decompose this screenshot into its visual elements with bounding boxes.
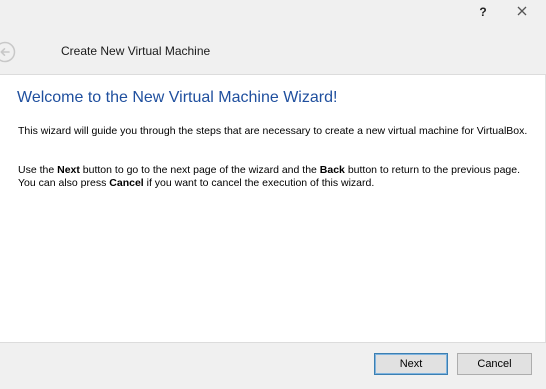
wizard-footer: Next Cancel [0, 342, 546, 389]
header-title: Create New Virtual Machine [61, 44, 211, 58]
close-button[interactable] [500, 1, 544, 21]
instructions-bold-next: Next [57, 164, 80, 176]
wizard-content: Welcome to the New Virtual Machine Wizar… [0, 75, 545, 342]
wizard-header: Create New Virtual Machine [0, 24, 546, 75]
instructions-text-2: button to go to the next page of the wiz… [79, 164, 320, 176]
instructions-paragraph: Use the Next button to go to the next pa… [18, 164, 528, 190]
back-arrow-icon [0, 41, 16, 63]
help-button[interactable]: ? [472, 2, 494, 22]
cancel-button[interactable]: Cancel [457, 353, 532, 375]
instructions-bold-cancel: Cancel [109, 177, 144, 189]
next-button[interactable]: Next [374, 353, 448, 375]
title-bar: ? [0, 0, 546, 24]
intro-paragraph: This wizard will guide you through the s… [18, 125, 528, 137]
instructions-bold-back: Back [319, 164, 345, 176]
back-button[interactable] [0, 41, 16, 63]
wizard-window: ? Create New Virtual Machine Welcome to … [0, 0, 546, 389]
instructions-text-1: Use the [18, 164, 58, 176]
instructions-text-4: if you want to cancel the execution of t… [143, 177, 375, 189]
page-title: Welcome to the New Virtual Machine Wizar… [17, 89, 338, 106]
close-icon [517, 6, 527, 16]
